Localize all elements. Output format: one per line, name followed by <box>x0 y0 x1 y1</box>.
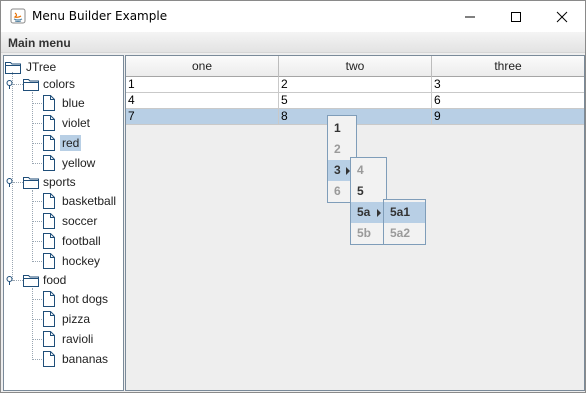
tree-leaf-label: basketball <box>62 194 117 208</box>
file-icon <box>43 253 55 269</box>
tree-leaf-hockey[interactable]: hockey <box>32 251 102 271</box>
popup-item-5a1[interactable]: 5a1 <box>384 202 425 223</box>
submenu-arrow-icon <box>377 209 381 217</box>
column-header-one[interactable]: one <box>126 56 279 77</box>
popup-submenu-5a[interactable]: 5a <box>351 202 386 223</box>
file-icon <box>43 213 55 229</box>
tree-leaf-label: football <box>62 234 101 248</box>
popup-item-5b: 5b <box>357 226 372 240</box>
tree-leaf-bananas[interactable]: bananas <box>32 349 110 369</box>
folder-open-icon <box>23 177 39 189</box>
tree-root-label: JTree <box>26 60 57 74</box>
tree-leaf-hot-dogs[interactable]: hot dogs <box>32 289 110 309</box>
tree-leaf-pizza[interactable]: pizza <box>32 309 92 329</box>
tree-leaf-label: yellow <box>62 156 96 170</box>
file-icon <box>43 351 55 367</box>
tree-leaf-label: hot dogs <box>62 292 109 306</box>
table-header: one two three <box>126 56 584 77</box>
file-icon <box>43 193 55 209</box>
column-header-three[interactable]: three <box>432 56 584 77</box>
file-icon <box>43 233 55 249</box>
minimize-button[interactable] <box>447 1 493 32</box>
tree-leaf-label: pizza <box>62 312 91 326</box>
table-row[interactable]: 1 2 3 <box>126 77 584 93</box>
table-cell[interactable]: 5 <box>279 93 432 109</box>
minimize-icon <box>465 16 475 17</box>
file-icon <box>43 135 55 151</box>
popup-item-5a2: 5a2 <box>390 226 411 240</box>
folder-open-icon <box>23 79 39 91</box>
tree-leaf-label: blue <box>62 96 85 110</box>
popup-menu-level-2: 4 5 5a 5b <box>350 157 387 245</box>
title-bar: Menu Builder Example <box>1 1 585 32</box>
tree-leaf-violet[interactable]: violet <box>32 113 92 133</box>
expand-handle-icon[interactable] <box>6 79 13 89</box>
tree-leaf-label: soccer <box>62 214 98 228</box>
folder-open-icon <box>5 62 21 74</box>
popup-item-5[interactable]: 5 <box>351 181 386 202</box>
tree-leaf-label: bananas <box>62 352 109 366</box>
table-cell[interactable]: 3 <box>432 77 584 93</box>
file-icon <box>43 331 55 347</box>
tree-leaf-basketball[interactable]: basketball <box>32 191 118 211</box>
table-cell[interactable]: 6 <box>432 93 584 109</box>
tree-leaf-red[interactable]: red <box>32 133 82 153</box>
main-menu[interactable]: Main menu <box>8 36 71 50</box>
tree-group-food[interactable]: food <box>6 270 68 290</box>
table-cell[interactable]: 9 <box>432 109 584 125</box>
menu-bar: Main menu <box>1 32 585 53</box>
java-icon <box>10 8 26 24</box>
tree-connector <box>13 83 23 85</box>
popup-item-4: 4 <box>357 163 364 177</box>
tree-leaf-football[interactable]: football <box>32 231 103 251</box>
tree-leaf-label: violet <box>62 116 91 130</box>
tree-group-colors[interactable]: colors <box>6 74 77 94</box>
table-cell[interactable]: 7 <box>126 109 279 125</box>
close-icon <box>556 11 568 22</box>
app-window: Menu Builder Example Main menu JTree col… <box>0 0 586 393</box>
tree-group-label: food <box>43 273 67 287</box>
popup-submenu-label: 3 <box>334 163 341 177</box>
tree-group-sports[interactable]: sports <box>6 172 78 192</box>
tree-leaf-label-selected: red <box>60 135 82 151</box>
tree-leaf-yellow[interactable]: yellow <box>32 153 97 173</box>
file-icon <box>43 291 55 307</box>
tree-group-label: sports <box>43 175 76 189</box>
tree-panel[interactable]: JTree colors blue violet red yellow spor… <box>3 55 124 391</box>
tree-leaf-ravioli[interactable]: ravioli <box>32 329 95 349</box>
window-title: Menu Builder Example <box>32 9 168 23</box>
table-cell[interactable]: 1 <box>126 77 279 93</box>
tree-group-label: colors <box>43 77 76 91</box>
file-icon <box>43 311 55 327</box>
file-icon <box>43 115 55 131</box>
popup-menu-level-3: 5a1 5a2 <box>383 199 426 245</box>
file-icon <box>43 155 55 171</box>
popup-submenu-label: 5a <box>357 205 371 219</box>
tree-leaf-blue[interactable]: blue <box>32 93 87 113</box>
maximize-icon <box>511 11 521 22</box>
table-cell[interactable]: 4 <box>126 93 279 109</box>
expand-handle-icon[interactable] <box>6 275 13 285</box>
tree-leaf-label: ravioli <box>62 332 94 346</box>
column-header-two[interactable]: two <box>279 56 432 77</box>
table-row[interactable]: 4 5 6 <box>126 93 584 109</box>
maximize-button[interactable] <box>493 1 539 32</box>
file-icon <box>43 95 55 111</box>
folder-open-icon <box>23 275 39 287</box>
popup-item-1[interactable]: 1 <box>328 118 356 139</box>
table-cell[interactable]: 2 <box>279 77 432 93</box>
expand-handle-icon[interactable] <box>6 177 13 187</box>
close-button[interactable] <box>539 1 585 32</box>
tree-leaf-label: hockey <box>62 254 101 268</box>
tree-leaf-soccer[interactable]: soccer <box>32 211 99 231</box>
